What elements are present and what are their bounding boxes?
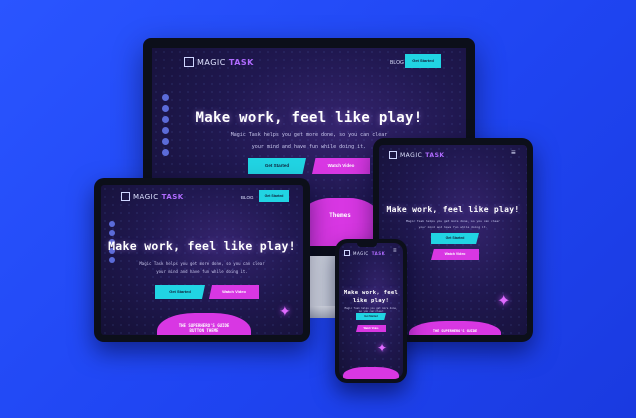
logo-icon <box>389 151 397 159</box>
social-icon[interactable] <box>109 230 115 236</box>
themes-panel <box>343 367 399 379</box>
social-icon[interactable] <box>109 221 115 227</box>
menu-icon[interactable]: ≡ <box>511 148 516 157</box>
get-started-button[interactable]: Get Started <box>248 158 306 174</box>
site-phone: MAGIC TASK ≡ Make work, feel like play! M… <box>339 243 403 379</box>
get-started-button[interactable]: Get Started <box>155 285 205 299</box>
logo[interactable]: MAGIC TASK <box>184 57 254 67</box>
themes-subtitle: BUTTON THEME <box>189 328 219 333</box>
hero-subtitle-line1: Magic Task helps you get more done, so y… <box>406 219 500 223</box>
logo[interactable]: MAGIC TASK <box>121 192 184 201</box>
logo[interactable]: MAGIC TASK <box>344 250 385 256</box>
watch-video-button[interactable]: Watch Video <box>356 325 386 332</box>
sparkle-icon: ✦ <box>497 293 511 310</box>
hero-title: Make work, feel like play! <box>386 205 520 214</box>
nav-blog-link[interactable]: BLOG <box>241 195 254 200</box>
phone-screen: MAGIC TASK ≡ Make work, feel like play! M… <box>339 243 403 379</box>
tablet-landscape-screen: MAGIC TASK BLOG Get Started Make work, fe… <box>101 185 303 335</box>
logo[interactable]: MAGIC TASK <box>389 151 445 159</box>
themes-panel: THE SUPERHERO'S GUIDE BUTTON THEME <box>157 313 251 335</box>
logo-icon <box>344 250 350 256</box>
social-icon[interactable] <box>162 149 169 156</box>
phone: MAGIC TASK ≡ Make work, feel like play! M… <box>335 239 407 383</box>
watch-video-button[interactable]: Watch Video <box>209 285 259 299</box>
themes-title: THE SUPERHERO'S GUIDE <box>432 329 478 333</box>
nav-blog-link[interactable]: BLOG <box>390 60 404 66</box>
logo-icon <box>184 57 194 67</box>
hero-subtitle-line2: your mind and have fun while doing it. <box>156 269 248 274</box>
get-started-button[interactable]: Get Started <box>431 233 479 244</box>
get-started-button[interactable]: Get Started <box>356 313 386 320</box>
hero-subtitle-line1: Magic Task helps you get more done, so y… <box>344 307 398 313</box>
hero-subtitle-line1: Magic Task helps you get more done, so y… <box>139 261 265 266</box>
hero-subtitle-line2: your mind and have fun while doing it. <box>418 225 488 229</box>
sparkle-icon: ✦ <box>279 303 291 319</box>
nav-get-started-button[interactable]: Get Started <box>259 190 289 202</box>
hero-title: Make work, feel like play! <box>195 110 423 126</box>
logo-icon <box>121 192 130 201</box>
watch-video-button[interactable]: Watch Video <box>312 158 370 174</box>
site-tablet-landscape: MAGIC TASK BLOG Get Started Make work, fe… <box>101 185 303 335</box>
themes-panel: THE SUPERHERO'S GUIDE <box>409 321 501 335</box>
watch-video-button[interactable]: Watch Video <box>431 249 479 260</box>
hero-title: Make work, feel like play! <box>343 290 399 304</box>
tablet-landscape: MAGIC TASK BLOG Get Started Make work, fe… <box>94 178 310 342</box>
sparkle-icon: ✦ <box>377 341 388 355</box>
menu-icon[interactable]: ≡ <box>393 248 397 254</box>
social-icon[interactable] <box>162 94 169 101</box>
hero-title: Make work, feel like play! <box>108 239 296 253</box>
nav-get-started-button[interactable]: Get Started <box>405 54 441 68</box>
